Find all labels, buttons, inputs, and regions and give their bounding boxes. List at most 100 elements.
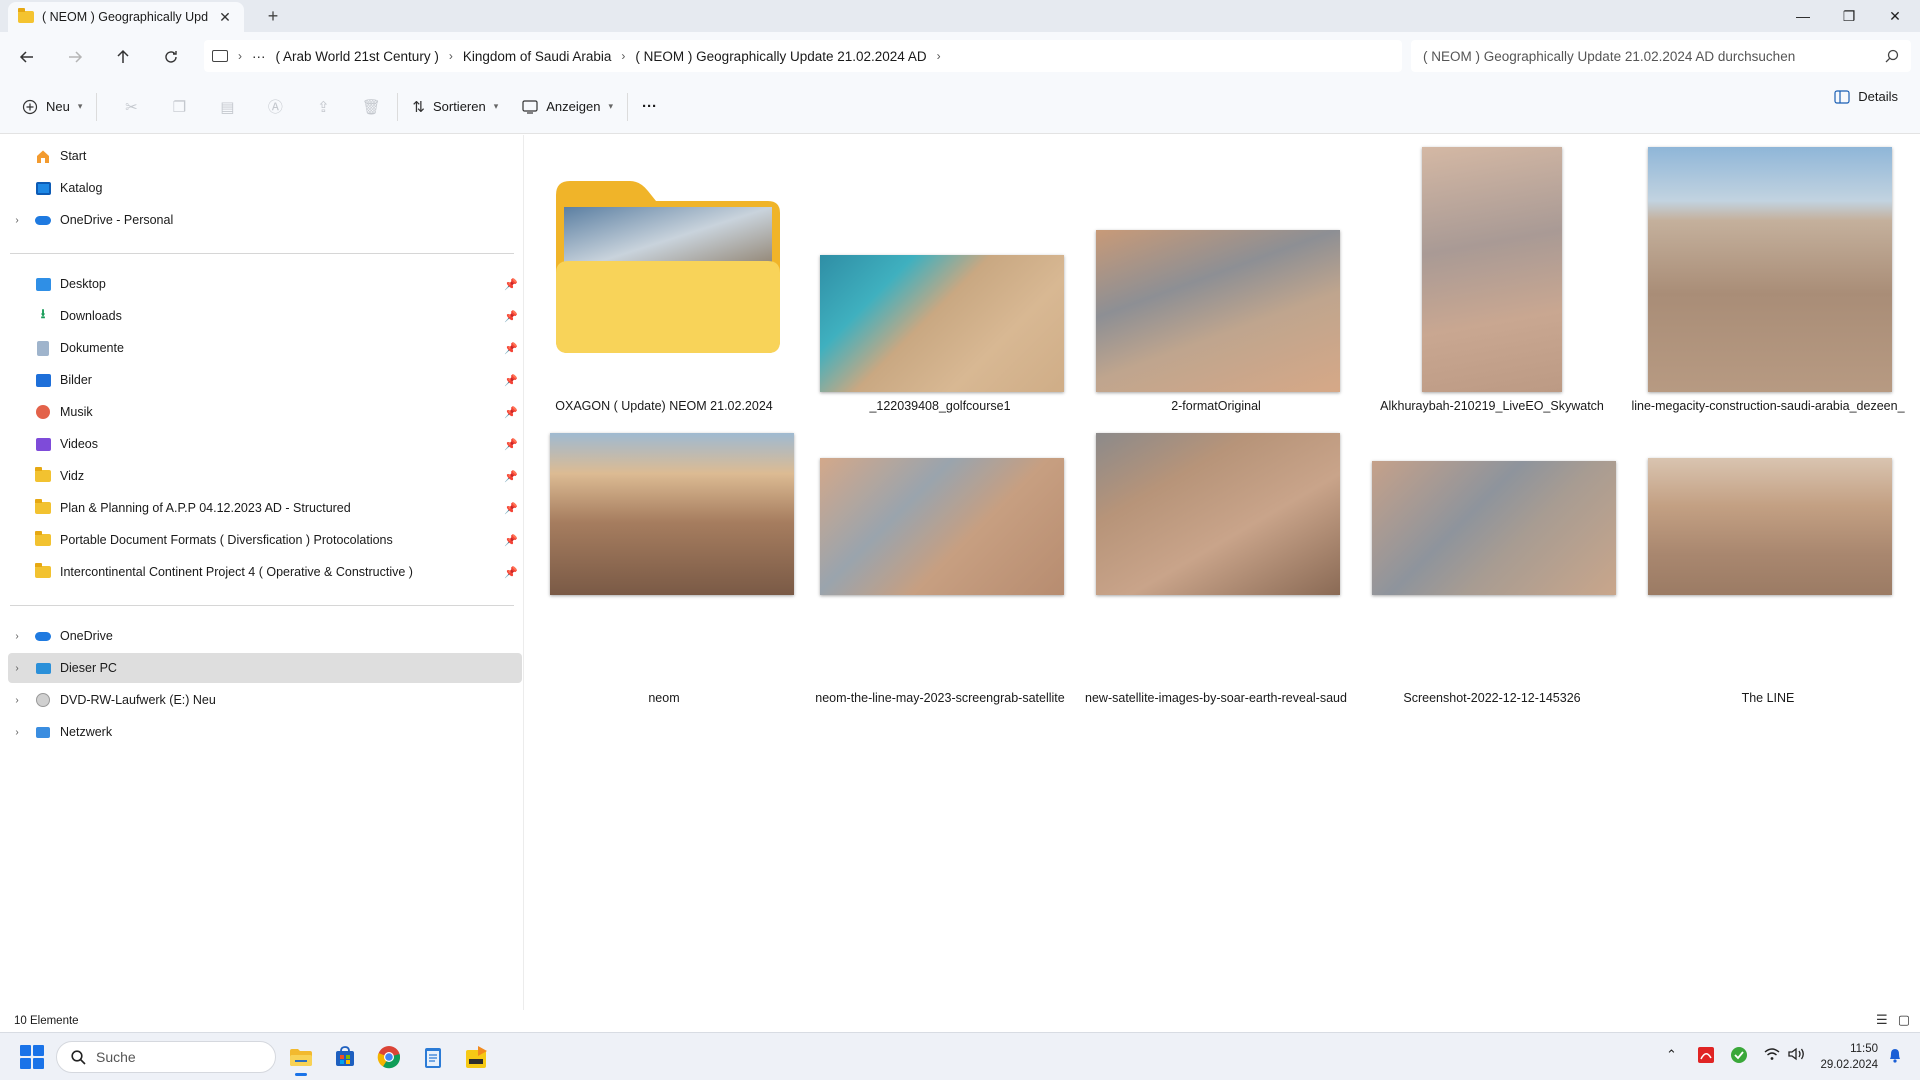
onedrive-icon	[34, 628, 52, 644]
more-options-button[interactable]: ···	[636, 89, 663, 125]
sidebar-item-dokumente[interactable]: Dokumente 📌	[8, 333, 522, 363]
breadcrumb-overflow[interactable]: ···	[252, 49, 266, 64]
up-button[interactable]	[110, 44, 136, 70]
details-pane-button[interactable]: Details	[1834, 89, 1898, 104]
breadcrumb-item[interactable]: Kingdom of Saudi Arabia	[463, 49, 612, 64]
sort-button[interactable]: ⇅ Sortieren ▾	[406, 89, 504, 125]
file-name: neom	[648, 691, 680, 705]
taskbar-search[interactable]: Suche	[56, 1041, 276, 1073]
new-button[interactable]: Neu ▾	[16, 89, 88, 125]
file-item-image[interactable]: neom	[526, 425, 802, 715]
chevron-right-icon[interactable]: ›	[8, 695, 26, 706]
store-icon[interactable]	[330, 1042, 360, 1072]
pin-icon[interactable]: 📌	[504, 310, 518, 323]
pin-icon[interactable]: 📌	[504, 438, 518, 451]
maximize-button[interactable]: ❐	[1826, 0, 1872, 32]
chevron-right-icon[interactable]: ›	[8, 215, 26, 226]
sidebar-item-pdf[interactable]: Portable Document Formats ( Diversficati…	[8, 525, 522, 555]
chevron-right-icon[interactable]: ›	[8, 727, 26, 738]
pin-icon[interactable]: 📌	[504, 502, 518, 515]
chevron-right-icon[interactable]: ›	[8, 631, 26, 642]
file-name: neom-the-line-may-2023-screengrab-satell…	[815, 691, 1065, 705]
sidebar-item-onedrive[interactable]: › OneDrive	[8, 621, 522, 651]
breadcrumb[interactable]: › ··· ( Arab World 21st Century ) › King…	[204, 40, 1402, 72]
clock[interactable]: 11:50 29.02.2024	[1820, 1041, 1878, 1073]
sidebar-item-bilder[interactable]: Bilder 📌	[8, 365, 522, 395]
file-item-image[interactable]: 2-formatOriginal	[1078, 135, 1354, 425]
file-item-image[interactable]: neom-the-line-may-2023-screengrab-satell…	[802, 425, 1078, 715]
pin-icon[interactable]: 📌	[504, 342, 518, 355]
sidebar-item-vidz[interactable]: Vidz 📌	[8, 461, 522, 491]
sidebar-item-start[interactable]: Start	[8, 141, 522, 171]
sidebar-item-label: Downloads	[60, 309, 122, 323]
file-item-folder[interactable]: OXAGON ( Update) NEOM 21.02.2024	[526, 135, 802, 425]
onedrive-icon	[34, 212, 52, 228]
media-player-icon[interactable]	[462, 1042, 492, 1072]
notepad-icon[interactable]	[418, 1042, 448, 1072]
sidebar-item-musik[interactable]: Musik 📌	[8, 397, 522, 427]
volume-icon[interactable]	[1788, 1047, 1806, 1064]
sidebar-item-intercontinental[interactable]: Intercontinental Continent Project 4 ( O…	[8, 557, 522, 587]
pin-icon[interactable]: 📌	[504, 278, 518, 291]
sidebar-item-downloads[interactable]: ⭳ Downloads 📌	[8, 301, 522, 331]
wifi-icon[interactable]	[1764, 1047, 1780, 1064]
copy-icon[interactable]: ❐	[167, 95, 191, 119]
sidebar-item-onedrive-personal[interactable]: › OneDrive - Personal	[8, 205, 522, 235]
sidebar-item-netzwerk[interactable]: › Netzwerk	[8, 717, 522, 747]
sidebar-item-dieser-pc[interactable]: › Dieser PC	[8, 653, 522, 683]
paste-icon[interactable]: ▤	[215, 95, 239, 119]
pin-icon[interactable]: 📌	[504, 566, 518, 579]
rename-icon[interactable]: Ⓐ	[263, 95, 287, 119]
forward-button[interactable]	[62, 44, 88, 70]
breadcrumb-item[interactable]: ( NEOM ) Geographically Update 21.02.202…	[635, 49, 926, 64]
image-thumbnail	[1422, 147, 1562, 392]
share-icon[interactable]: ⇪	[311, 95, 335, 119]
sidebar-item-label: OneDrive	[60, 629, 113, 643]
file-item-image[interactable]: line-megacity-construction-saudi-arabia_…	[1630, 135, 1906, 425]
chrome-icon[interactable]	[374, 1042, 404, 1072]
notification-bell-icon[interactable]	[1888, 1047, 1902, 1066]
security-icon[interactable]	[1730, 1046, 1748, 1067]
file-item-image[interactable]: new-satellite-images-by-soar-earth-revea…	[1078, 425, 1354, 715]
acrobat-icon[interactable]	[1697, 1046, 1715, 1067]
details-view-icon[interactable]: ☰	[1876, 1012, 1888, 1028]
pin-icon[interactable]: 📌	[504, 374, 518, 387]
sidebar-item-katalog[interactable]: Katalog	[8, 173, 522, 203]
cut-icon[interactable]: ✂	[119, 95, 143, 119]
file-explorer-icon[interactable]	[286, 1042, 316, 1076]
pin-icon[interactable]: 📌	[504, 534, 518, 547]
folder-icon	[18, 8, 34, 23]
file-item-image[interactable]: _122039408_golfcourse1	[802, 135, 1078, 425]
file-item-image[interactable]: Screenshot-2022-12-12-145326	[1354, 425, 1630, 715]
chevron-right-icon[interactable]: ›	[8, 663, 26, 674]
pin-icon[interactable]: 📌	[504, 406, 518, 419]
windows-start-icon[interactable]	[20, 1045, 44, 1069]
file-item-image[interactable]: Alkhuraybah-210219_LiveEO_Skywatch	[1354, 135, 1630, 425]
sidebar-item-dvd[interactable]: › DVD-RW-Laufwerk (E:) Neu	[8, 685, 522, 715]
sidebar-item-desktop[interactable]: Desktop 📌	[8, 269, 522, 299]
sidebar-item-plan[interactable]: Plan & Planning of A.P.P 04.12.2023 AD -…	[8, 493, 522, 523]
tab-neom[interactable]: ( NEOM ) Geographically Upda ✕	[8, 2, 244, 32]
large-icons-view-icon[interactable]: ▢	[1898, 1012, 1910, 1028]
view-label: Anzeigen	[546, 99, 601, 114]
sidebar-item-videos[interactable]: Videos 📌	[8, 429, 522, 459]
breadcrumb-item[interactable]: ( Arab World 21st Century )	[276, 49, 439, 64]
delete-icon[interactable]: 🗑	[359, 95, 383, 119]
new-tab-button[interactable]: +	[262, 5, 284, 27]
network-icon	[34, 724, 52, 740]
refresh-button[interactable]	[158, 44, 184, 70]
file-item-image[interactable]: The LINE	[1630, 425, 1906, 715]
back-button[interactable]	[14, 44, 40, 70]
gallery-icon	[34, 180, 52, 196]
chevron-down-icon: ▾	[77, 101, 83, 111]
search-input[interactable]: ( NEOM ) Geographically Update 21.02.202…	[1411, 40, 1911, 72]
minimize-button[interactable]: —	[1780, 0, 1826, 32]
pin-icon[interactable]: 📌	[504, 470, 518, 483]
taskbar: Suche ⌃ 11:50 29.02.2024	[0, 1032, 1920, 1080]
close-tab-icon[interactable]: ✕	[216, 8, 234, 26]
file-name: The LINE	[1741, 691, 1795, 705]
chevron-right-icon: ›	[238, 49, 242, 63]
chevron-up-icon[interactable]: ⌃	[1666, 1047, 1677, 1063]
close-window-button[interactable]: ✕	[1872, 0, 1918, 32]
view-button[interactable]: Anzeigen ▾	[516, 89, 619, 125]
